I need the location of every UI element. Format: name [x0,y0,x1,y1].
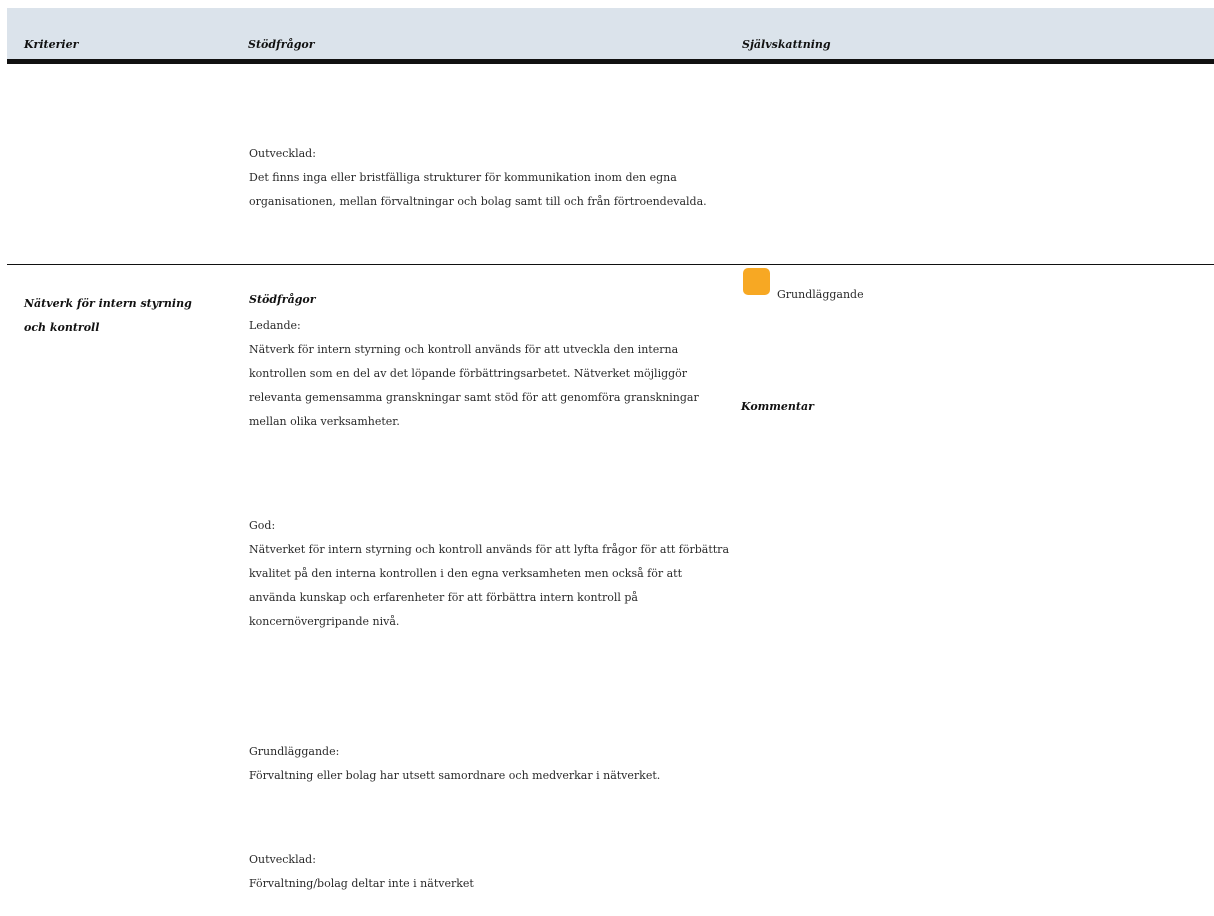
level-text-basic: Förvaltning eller bolag har utsett samor… [249,769,661,782]
level-good: God: Nätverket för intern styrning och k… [249,514,729,634]
level-label-undeveloped: Outvecklad: [249,147,316,160]
rating-label: Grundläggande [777,288,864,301]
level-undeveloped: Outvecklad: Förvaltning/bolag deltar int… [249,848,729,896]
rating-color-marker [743,268,770,295]
level-text-undeveloped: Förvaltning/bolag deltar inte i nätverke… [249,877,474,890]
level-label-good: God: [249,519,276,532]
level-text-leading: Nätverk för intern styrning och kontroll… [249,343,699,428]
level-text-undeveloped: Det finns inga eller bristfälliga strukt… [249,171,707,208]
level-label-basic: Grundläggande: [249,745,340,758]
criteria-name: Nätverk för intern styrning och kontroll [24,297,192,334]
header-self-assessment: Självskattning [742,38,831,51]
level-label-undeveloped: Outvecklad: [249,853,316,866]
table-header: Kriterier Stödfrågor Självskattning [7,8,1214,64]
previous-row-undeveloped: Outvecklad: Det finns inga eller bristfä… [249,142,729,214]
level-leading: Ledande: Nätverk för intern styrning och… [249,314,729,434]
header-criteria: Kriterier [24,38,79,51]
support-questions-heading: Stödfrågor [249,293,316,306]
level-basic: Grundläggande: Förvaltning eller bolag h… [249,740,729,788]
row-divider [7,264,1214,265]
level-text-good: Nätverket för intern styrning och kontro… [249,543,729,628]
level-label-leading: Ledande: [249,319,301,332]
comment-label: Kommentar [741,400,814,413]
header-support-questions: Stödfrågor [248,38,315,51]
